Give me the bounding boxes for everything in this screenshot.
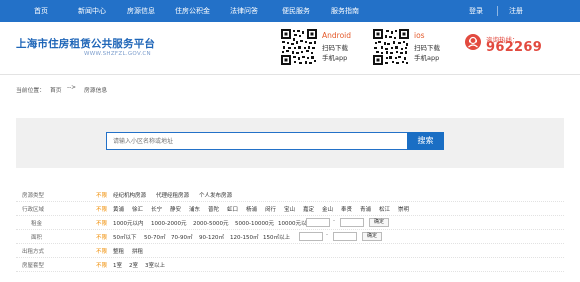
nav-item-legal-qa[interactable]: 法律问答	[230, 0, 258, 22]
filter-option[interactable]: 1室	[113, 261, 122, 269]
filter-row-source: 房源类型 不限 经纪机构房源 代理经租房源 个人发布房源	[16, 188, 564, 202]
filter-option[interactable]: 静安	[170, 205, 181, 213]
filter-option[interactable]: 5000-10000元	[235, 219, 274, 227]
filter-option[interactable]: 虹口	[227, 205, 238, 213]
filter-option[interactable]: 长宁	[151, 205, 162, 213]
search-button[interactable]: 搜索	[407, 132, 444, 150]
filter-option[interactable]: 崇明	[398, 205, 409, 213]
android-scan-text: 扫码下载	[322, 44, 348, 52]
filter-option[interactable]: 3室以上	[145, 261, 165, 269]
filter-option[interactable]: 徐汇	[132, 205, 143, 213]
filter-option[interactable]: 50-70㎡	[144, 233, 165, 241]
filter-area-unlimited[interactable]: 不限	[96, 233, 107, 241]
filter-layout-unlimited[interactable]: 不限	[96, 261, 107, 269]
rent-confirm-button[interactable]: 确定	[369, 218, 389, 227]
area-max-input[interactable]	[333, 232, 357, 241]
rent-range-dash: -	[333, 218, 335, 224]
filter-option[interactable]: 嘉定	[303, 205, 314, 213]
nav-item-listings[interactable]: 房源信息	[127, 0, 155, 22]
search-input[interactable]	[106, 132, 408, 150]
ios-qr-code	[372, 28, 410, 66]
filter-option[interactable]: 70-90㎡	[171, 233, 192, 241]
filter-option[interactable]: 奉贤	[341, 205, 352, 213]
filter-option[interactable]: 150㎡以上	[263, 233, 290, 241]
filter-source-unlimited[interactable]: 不限	[96, 191, 107, 199]
filter-label-source: 房源类型	[22, 193, 45, 199]
site-url: WWW.SHZFZL.GOV.CN	[84, 51, 151, 57]
filter-option[interactable]: 杨浦	[246, 205, 257, 213]
filter-row-rental-method: 出租方式 不限 整租 拼租	[16, 244, 564, 258]
rent-max-input[interactable]	[340, 218, 364, 227]
filter-row-district: 行政区域 不限 黄浦 徐汇 长宁 静安 浦东 普陀 虹口 杨浦 闵行 宝山 嘉定…	[16, 202, 564, 216]
filter-option[interactable]: 金山	[322, 205, 333, 213]
ios-app-text: 手机app	[414, 54, 440, 62]
filter-district-unlimited[interactable]: 不限	[96, 205, 107, 213]
filter-label-layout: 房屋套型	[22, 263, 45, 269]
filter-option[interactable]: 闵行	[265, 205, 276, 213]
nav-item-home[interactable]: 首页	[34, 0, 48, 22]
filter-row-area: 面积 不限 50㎡以下 50-70㎡ 70-90㎡ 90-120㎡ 120-15…	[16, 230, 564, 244]
filter-label-area: 面积	[31, 235, 43, 241]
ios-scan-text: 扫码下载	[414, 44, 440, 52]
filter-option[interactable]: 1000元以内	[113, 219, 144, 227]
filter-option[interactable]: 整租	[113, 247, 124, 255]
filter-option[interactable]: 120-150㎡	[230, 233, 258, 241]
android-app-text: 手机app	[322, 54, 348, 62]
filter-option[interactable]: 青浦	[360, 205, 371, 213]
filter-option[interactable]: 90-120㎡	[199, 233, 224, 241]
nav-item-news[interactable]: 新闻中心	[78, 0, 106, 22]
rent-min-input[interactable]	[306, 218, 330, 227]
filter-label-rental-method: 出租方式	[22, 249, 45, 255]
filter-option[interactable]: 松江	[379, 205, 390, 213]
filter-option[interactable]: 黄浦	[113, 205, 124, 213]
filter-option[interactable]: 宝山	[284, 205, 295, 213]
nav-divider	[497, 6, 498, 16]
filter-option[interactable]: 代理经租房源	[156, 191, 189, 199]
area-min-input[interactable]	[299, 232, 323, 241]
ios-label: ios	[414, 31, 425, 40]
filter-row-layout: 房屋套型 不限 1室 2室 3室以上	[16, 258, 564, 272]
breadcrumb-home[interactable]: 首页	[50, 85, 62, 94]
filter-label-rent: 租金	[31, 221, 43, 227]
filter-option[interactable]: 浦东	[189, 205, 200, 213]
filter-rental-method-unlimited[interactable]: 不限	[96, 247, 107, 255]
android-qr-code	[280, 28, 318, 66]
register-link[interactable]: 注册	[509, 0, 523, 22]
nav-item-guide[interactable]: 服务指南	[331, 0, 359, 22]
area-range-dash: -	[326, 232, 328, 238]
hotline-number: 962269	[486, 40, 543, 55]
login-link[interactable]: 登录	[469, 0, 483, 22]
header-divider	[0, 74, 580, 75]
hotline-icon	[465, 34, 481, 50]
breadcrumb-arrow: -->	[67, 85, 77, 91]
breadcrumb-prefix: 当前位置：	[16, 88, 45, 94]
filter-rent-unlimited[interactable]: 不限	[96, 219, 107, 227]
nav-item-housing-fund[interactable]: 住房公积金	[175, 0, 210, 22]
nav-item-services[interactable]: 便民服务	[282, 0, 310, 22]
filter-option[interactable]: 50㎡以下	[113, 233, 137, 241]
filter-option[interactable]: 拼租	[132, 247, 143, 255]
filter-option[interactable]: 2000-5000元	[193, 219, 228, 227]
filter-row-rent: 租金 不限 1000元以内 1000-2000元 2000-5000元 5000…	[16, 216, 564, 230]
top-nav-bar: 首页 新闻中心 房源信息 住房公积金 法律问答 便民服务 服务指南 登录 注册	[0, 0, 580, 22]
breadcrumb-current: 房源信息	[84, 88, 108, 94]
filter-option[interactable]: 1000-2000元	[151, 219, 186, 227]
site-title[interactable]: 上海市住房租赁公共服务平台	[16, 36, 155, 51]
area-confirm-button[interactable]: 确定	[362, 232, 382, 241]
filter-option[interactable]: 2室	[129, 261, 138, 269]
filter-option[interactable]: 普陀	[208, 205, 219, 213]
filter-label-district: 行政区域	[22, 207, 45, 213]
filter-option[interactable]: 个人发布房源	[199, 191, 232, 199]
filter-option[interactable]: 经纪机构房源	[113, 191, 146, 199]
android-label: Android	[322, 31, 351, 40]
